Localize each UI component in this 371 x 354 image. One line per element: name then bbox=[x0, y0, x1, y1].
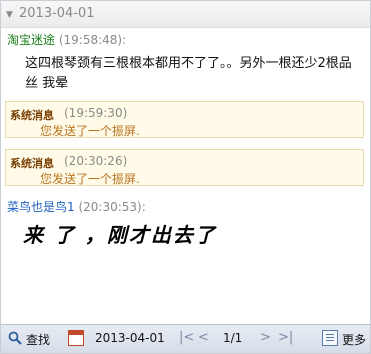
more-button[interactable]: 更多 bbox=[342, 331, 366, 348]
history-toolbar: 查找 2013-04-01 |< < 1/1 > >| 更多 bbox=[1, 324, 370, 353]
chat-history-window: ▼ 2013-04-01 淘宝迷途 (19:58:48): 这四根琴颈有三根根本… bbox=[0, 0, 371, 354]
calendar-icon[interactable] bbox=[68, 330, 84, 346]
next-page-button[interactable]: > bbox=[260, 330, 271, 345]
collapse-triangle-icon[interactable]: ▼ bbox=[6, 10, 13, 20]
message-sender[interactable]: 淘宝迷途 bbox=[7, 33, 55, 47]
date-field[interactable]: 2013-04-01 bbox=[95, 331, 165, 345]
system-message: 系统消息 (19:59:30) 您发送了一个振屏. bbox=[5, 101, 364, 138]
system-message-label: 系统消息 bbox=[10, 157, 54, 170]
more-icon[interactable] bbox=[322, 330, 338, 346]
message-time: (20:30:53): bbox=[78, 200, 146, 214]
system-message-time: (19:59:30) bbox=[64, 106, 128, 120]
message-meta: 淘宝迷途 (19:58:48): bbox=[7, 31, 362, 48]
message-text: 来 了 ，刚才出去了 bbox=[23, 223, 217, 247]
message-sender[interactable]: 菜鸟也是鸟1 bbox=[7, 200, 75, 214]
last-page-button[interactable]: >| bbox=[278, 330, 293, 345]
chat-message: 淘宝迷途 (19:58:48): 这四根琴颈有三根根本都用不了了。。另外一根还少… bbox=[7, 31, 362, 94]
message-time: (19:58:48): bbox=[58, 33, 127, 47]
system-message: 系统消息 (20:30:26) 您发送了一个振屏. bbox=[5, 149, 364, 186]
system-message-time: (20:30:26) bbox=[64, 154, 128, 168]
page-indicator: 1/1 bbox=[223, 331, 243, 345]
date-group-label: 2013-04-01 bbox=[19, 6, 95, 21]
message-text: 这四根琴颈有三根根本都用不了了。。另外一根还少2根品丝 我晕 bbox=[25, 56, 352, 91]
system-message-text: 您发送了一个振屏. bbox=[40, 172, 140, 186]
search-icon[interactable] bbox=[8, 331, 22, 345]
date-group-header[interactable]: ▼ 2013-04-01 bbox=[1, 1, 370, 28]
first-page-button[interactable]: |< bbox=[179, 330, 194, 345]
prev-page-button[interactable]: < bbox=[198, 330, 209, 345]
message-meta: 菜鸟也是鸟1 (20:30:53): bbox=[7, 198, 362, 215]
system-message-label: 系统消息 bbox=[10, 109, 54, 122]
system-message-text: 您发送了一个振屏. bbox=[40, 124, 140, 138]
search-button[interactable]: 查找 bbox=[26, 331, 50, 348]
chat-message: 菜鸟也是鸟1 (20:30:53): 来 了 ，刚才出去了 bbox=[7, 198, 362, 248]
